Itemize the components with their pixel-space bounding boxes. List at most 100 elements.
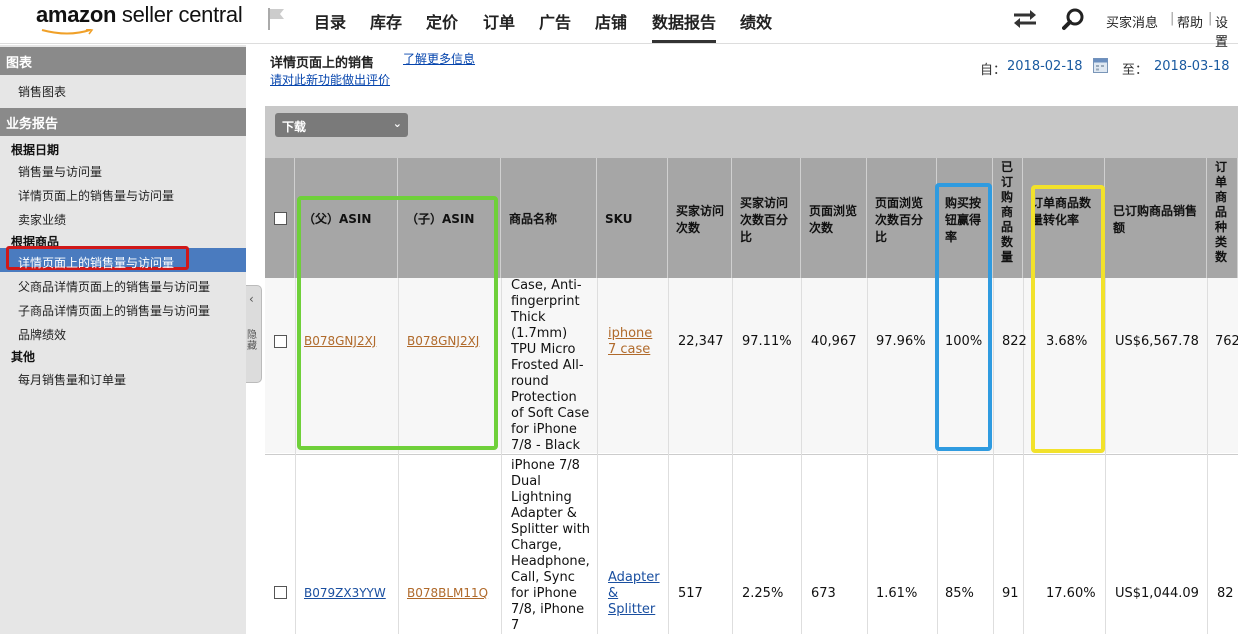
nav-reports[interactable]: 数据报告 — [652, 9, 716, 33]
chevron-down-icon: ⌄ — [392, 117, 402, 130]
sidebar-item-detail-page-sales-by-date[interactable]: 详情页面上的销售量与访问量 — [18, 187, 174, 204]
date-to-label: 至： — [1122, 63, 1149, 78]
date-from-value[interactable]: 2018-02-18 — [1007, 59, 1083, 74]
column-divider — [732, 278, 733, 634]
nav-pricing[interactable]: 定价 — [426, 9, 458, 33]
sku-link[interactable]: iphone 7 case — [608, 326, 652, 358]
sessions-value: 22,347 — [678, 334, 724, 349]
nav-inventory[interactable]: 库存 — [370, 9, 402, 33]
sku-link[interactable]: Adapter & Splitter — [608, 570, 660, 618]
page-view-percentage-value: 1.61% — [876, 586, 918, 601]
parent-asin-link[interactable]: B079ZX3YYW — [304, 586, 386, 600]
nav-catalog[interactable]: 目录 — [314, 9, 346, 33]
sidebar-item-child-detail-page[interactable]: 子商品详情页面上的销售量与访问量 — [18, 302, 210, 319]
sidebar-item-detail-page-sales-by-asin[interactable]: 详情页面上的销售量与访问量 — [18, 254, 174, 271]
nav-advertising[interactable]: 广告 — [539, 9, 571, 33]
page-title: 详情页面上的销售 — [270, 56, 375, 71]
calendar-icon[interactable] — [1093, 57, 1108, 73]
table-toolbar — [265, 106, 1238, 158]
logo-amazon-text: amazon — [36, 2, 117, 27]
header-session-percentage[interactable]: 买家访问次数百分比 — [732, 158, 801, 278]
learn-more-link[interactable]: 了解更多信息 — [403, 50, 475, 67]
search-icon[interactable] — [1062, 7, 1086, 31]
sidebar-item-parent-detail-page[interactable]: 父商品详情页面上的销售量与访问量 — [18, 278, 210, 295]
report-table: （父）ASIN （子）ASIN 商品名称 SKU 买家访问次数 买家访问次数百分… — [265, 158, 1238, 635]
column-divider — [1105, 278, 1106, 634]
row-checkbox[interactable] — [274, 586, 287, 599]
ordered-sales-value: US$6,567.78 — [1115, 334, 1199, 349]
swap-arrows-icon[interactable] — [1012, 9, 1038, 29]
flag-icon[interactable] — [266, 6, 288, 32]
help-link[interactable]: 帮助 — [1177, 12, 1203, 31]
logo-seller-central-text: seller central — [116, 2, 243, 27]
separator: | — [1170, 11, 1175, 26]
column-divider — [993, 278, 994, 634]
green-highlight-box — [297, 196, 498, 450]
header-select-all — [265, 158, 295, 278]
total-order-items-value: 762 — [1215, 334, 1238, 349]
column-divider — [597, 278, 598, 634]
ordered-sales-value: US$1,044.09 — [1115, 586, 1199, 601]
yellow-highlight-box — [1031, 185, 1105, 453]
download-dropdown[interactable]: 下载 ⌄ — [275, 113, 408, 137]
nav-performance[interactable]: 绩效 — [740, 9, 772, 33]
collapse-label: 隐藏 — [247, 330, 257, 352]
sidebar-heading-other: 其他 — [11, 350, 36, 364]
row-checkbox[interactable] — [274, 335, 287, 348]
header-title[interactable]: 商品名称 — [501, 158, 597, 278]
units-ordered-value: 822 — [1002, 334, 1027, 349]
sidebar-item-sales-traffic[interactable]: 销售量与访问量 — [18, 163, 102, 180]
header-sessions[interactable]: 买家访问次数 — [668, 158, 732, 278]
session-percentage-value: 97.11% — [742, 334, 792, 349]
header-sku[interactable]: SKU — [597, 158, 668, 278]
page-views-value: 673 — [811, 586, 836, 601]
header-ordered-product-sales[interactable]: 已订购商品销售额 — [1105, 158, 1207, 278]
sidebar-heading-by-date: 根据日期 — [11, 143, 60, 157]
sidebar-collapse-handle[interactable]: ‹ 隐藏 — [246, 285, 262, 383]
nav-orders[interactable]: 订单 — [483, 9, 515, 33]
units-ordered-value: 91 — [1002, 586, 1019, 601]
product-title: iPhone 7/8 Dual Lightning Adapter & Splitter… — [511, 458, 590, 633]
nav-storefront[interactable]: 店铺 — [595, 9, 627, 33]
product-title: Case, Anti-fingerprint Thick (1.7mm) TPU Mi… — [511, 278, 590, 453]
date-from-label: 自： — [980, 63, 1007, 78]
column-divider — [1207, 278, 1208, 634]
date-to-value[interactable]: 2018-03-18 — [1154, 59, 1230, 74]
unit-session-percentage-value: 17.60% — [1046, 586, 1096, 601]
select-all-checkbox[interactable] — [274, 212, 287, 225]
buy-box-percentage-value: 85% — [945, 586, 974, 601]
header-units-ordered[interactable]: 已订购商品数量 — [993, 158, 1023, 278]
column-divider — [867, 278, 868, 634]
header-page-view-percentage[interactable]: 页面浏览次数百分比 — [867, 158, 937, 278]
buyer-messages-link[interactable]: 买家消息 — [1106, 12, 1158, 31]
left-sidebar: 图表 销售图表 业务报告 根据日期 销售量与访问量 详情页面上的销售量与访问量 … — [0, 45, 246, 634]
sidebar-item-brand-performance[interactable]: 品牌绩效 — [18, 326, 66, 343]
page-view-percentage-value: 97.96% — [876, 334, 926, 349]
chevron-left-icon: ‹ — [249, 292, 254, 306]
sidebar-section-business-reports: 业务报告 — [0, 108, 246, 136]
column-divider — [801, 278, 802, 634]
top-navigation-bar: amazon seller central 目录 库存 定价 订单 广告 店铺 … — [0, 0, 1238, 50]
separator: | — [1208, 11, 1213, 26]
sidebar-item-monthly-sales[interactable]: 每月销售量和订单量 — [18, 371, 126, 388]
download-dropdown-label: 下载 — [282, 120, 307, 134]
header-total-order-items[interactable]: 订单商品种类数 — [1207, 158, 1238, 278]
amazon-seller-central-logo[interactable]: amazon seller central — [36, 2, 243, 38]
session-percentage-value: 2.25% — [742, 586, 784, 601]
amazon-smile-icon — [41, 29, 94, 35]
settings-link[interactable]: 设置 — [1215, 12, 1238, 50]
blue-highlight-box — [935, 183, 992, 451]
column-divider — [295, 278, 296, 634]
header-page-views[interactable]: 页面浏览次数 — [801, 158, 867, 278]
sidebar-section-charts: 图表 — [0, 47, 246, 75]
nav-active-indicator — [652, 40, 716, 43]
child-asin-link[interactable]: B078BLM11Q — [407, 586, 488, 600]
sidebar-item-seller-performance[interactable]: 卖家业绩 — [18, 211, 66, 228]
column-divider — [1023, 278, 1024, 634]
column-divider — [668, 278, 669, 634]
sidebar-item-sales-chart[interactable]: 销售图表 — [18, 83, 66, 100]
total-order-items-value: 82 — [1217, 586, 1234, 601]
table-row — [265, 454, 1238, 635]
page-views-value: 40,967 — [811, 334, 857, 349]
feedback-link[interactable]: 请对此新功能做出评价 — [270, 71, 390, 88]
